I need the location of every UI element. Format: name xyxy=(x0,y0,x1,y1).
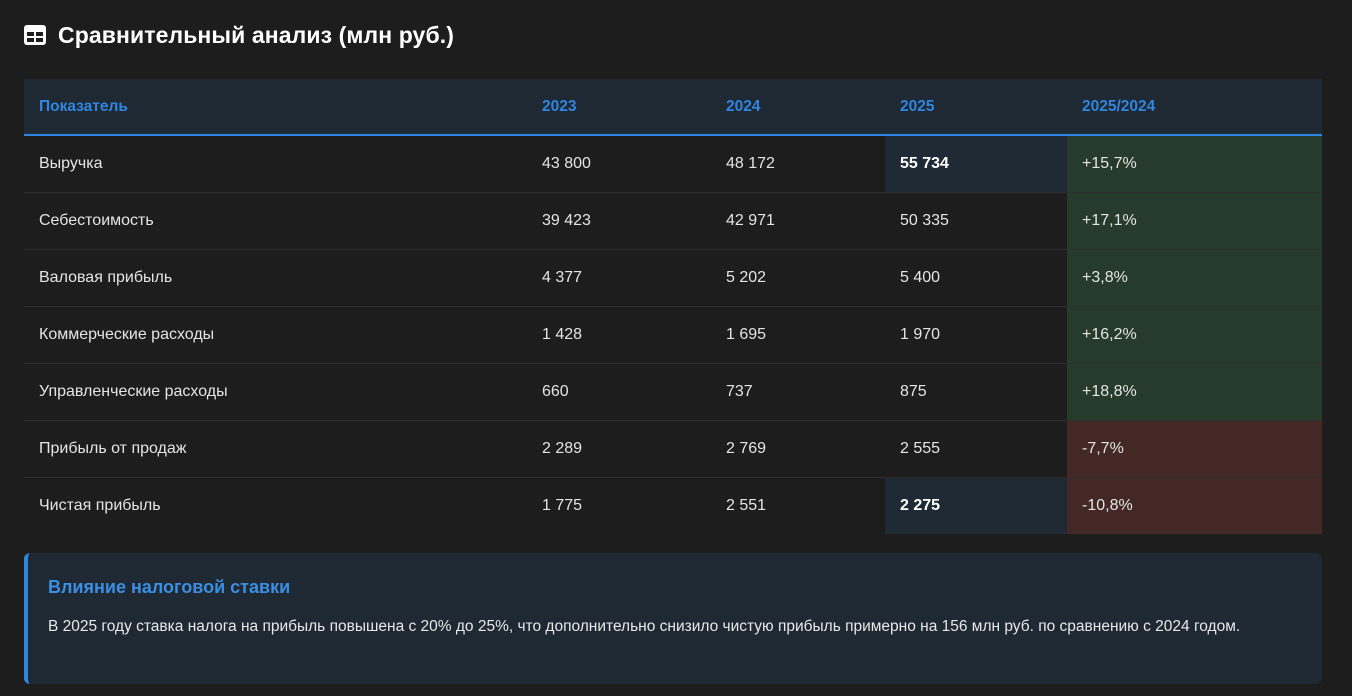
column-header-change[interactable]: 2025/2024 xyxy=(1067,79,1322,136)
cell-change: -10,8% xyxy=(1067,477,1322,534)
table-icon xyxy=(23,24,47,46)
cell-2023: 39 423 xyxy=(527,192,711,250)
column-header-2024[interactable]: 2024 xyxy=(711,79,885,136)
cell-2025: 50 335 xyxy=(885,192,1067,250)
cell-indicator: Чистая прибыль xyxy=(39,497,161,514)
table-row: Управленческие расходы 660 737 875 +18,8% xyxy=(24,363,1322,421)
cell-2024: 48 172 xyxy=(711,135,885,193)
cell-2025: 5 400 xyxy=(885,249,1067,307)
cell-2024: 5 202 xyxy=(711,249,885,307)
comparison-table: Показатель 2023 2024 2025 2025/2024 Выру… xyxy=(24,79,1322,534)
cell-change: +16,2% xyxy=(1067,306,1322,364)
cell-2023: 4 377 xyxy=(527,249,711,307)
cell-indicator: Коммерческие расходы xyxy=(24,306,527,364)
cell-2023: 43 800 xyxy=(527,135,711,193)
table-header-row: Показатель 2023 2024 2025 2025/2024 xyxy=(24,79,1322,136)
cell-2025: 2 275 xyxy=(885,477,1067,534)
cell-2024: 737 xyxy=(711,363,885,421)
table-row: Выручка 43 800 48 172 55 734 +15,7% xyxy=(24,135,1322,193)
table-row: Чистая прибыль 1 775 2 551 2 275 -10,8% xyxy=(24,477,1322,534)
column-header-indicator[interactable]: Показатель xyxy=(24,79,527,136)
cell-2024: 1 695 xyxy=(711,306,885,364)
cell-2023: 660 xyxy=(527,363,711,421)
cell-change: +15,7% xyxy=(1067,135,1322,193)
table-row: Себестоимость 39 423 42 971 50 335 +17,1% xyxy=(24,192,1322,250)
cell-2023: 1 428 xyxy=(527,306,711,364)
cell-change: -7,7% xyxy=(1067,420,1322,478)
comparison-table-wrapper: Показатель 2023 2024 2025 2025/2024 Выру… xyxy=(24,79,1322,534)
table-row: Коммерческие расходы 1 428 1 695 1 970 +16,2… xyxy=(24,306,1322,364)
cell-2025: 2 555 xyxy=(885,420,1067,478)
table-body: Выручка 43 800 48 172 55 734 +15,7% Себестоим… xyxy=(24,135,1322,534)
table-row: Валовая прибыль 4 377 5 202 5 400 +3,8% xyxy=(24,249,1322,307)
cell-2024: 2 769 xyxy=(711,420,885,478)
cell-2024: 2 551 xyxy=(726,497,767,514)
cell-indicator: Валовая прибыль xyxy=(24,249,527,307)
cell-2023: 2 289 xyxy=(527,420,711,478)
page: Сравнительный анализ (млн руб.) Показате… xyxy=(0,0,1352,696)
cell-2025: 55 734 xyxy=(885,135,1067,193)
cell-change: +18,8% xyxy=(1067,363,1322,421)
column-header-2023[interactable]: 2023 xyxy=(527,79,711,136)
cell-2024: 42 971 xyxy=(711,192,885,250)
note-text: В 2025 году ставка налога на прибыль пов… xyxy=(48,618,1241,635)
note-title: Влияние налоговой ставки xyxy=(48,577,291,597)
table-row: Прибыль от продаж 2 289 2 769 2 555 -7,7% xyxy=(24,420,1322,478)
cell-2025: 1 970 xyxy=(885,306,1067,364)
cell-indicator: Управленческие расходы xyxy=(24,363,527,421)
column-header-2025[interactable]: 2025 xyxy=(885,79,1067,136)
tax-rate-note: Влияние налоговой ставки В 2025 году ста… xyxy=(24,553,1322,684)
cell-2023: 1 775 xyxy=(542,497,583,514)
cell-indicator: Прибыль от продаж xyxy=(24,420,527,478)
cell-change: +3,8% xyxy=(1067,249,1322,307)
title-row: Сравнительный анализ (млн руб.) xyxy=(23,20,454,50)
page-title: Сравнительный анализ (млн руб.) xyxy=(58,21,454,48)
cell-2025: 875 xyxy=(885,363,1067,421)
cell-change: +17,1% xyxy=(1067,192,1322,250)
cell-indicator: Выручка xyxy=(24,135,527,193)
cell-indicator: Себестоимость xyxy=(24,192,527,250)
